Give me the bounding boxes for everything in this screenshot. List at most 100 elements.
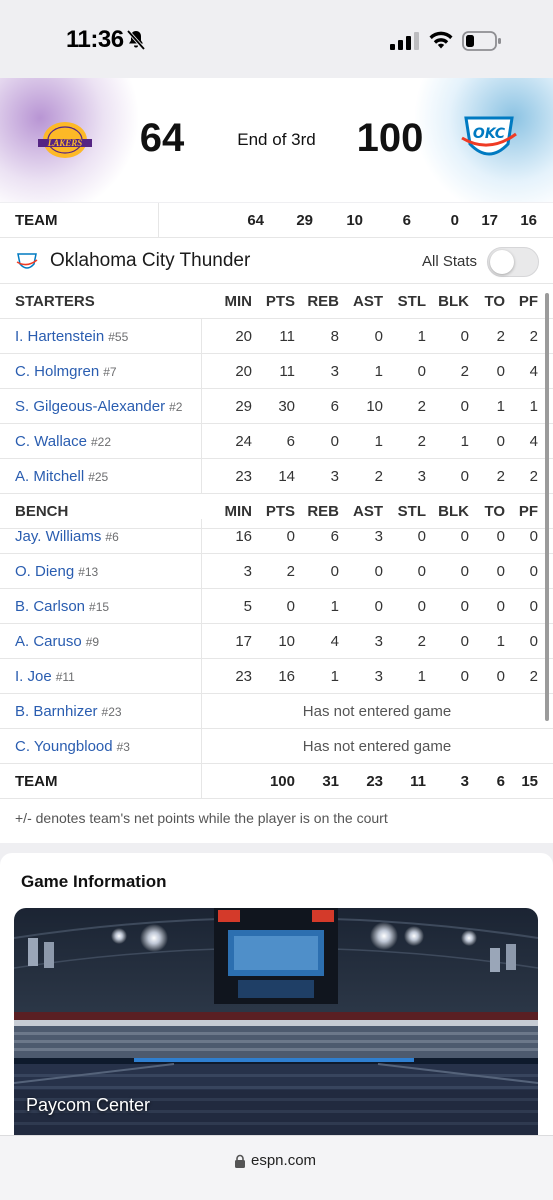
stat-reb: 4	[330, 633, 339, 650]
stat-reb: 3	[330, 363, 339, 380]
jersey-number: #9	[85, 635, 100, 649]
stat-ast: 0	[374, 328, 383, 345]
col-reb: REB	[307, 503, 339, 520]
stat-pf: 2	[529, 468, 538, 485]
column-divider	[201, 589, 202, 624]
column-divider	[201, 764, 202, 799]
stat-blk: 2	[460, 363, 469, 380]
lakers-logo-icon[interactable]: LAKERS	[36, 118, 94, 162]
stat-stl: 0	[417, 598, 426, 615]
column-divider	[158, 203, 159, 238]
stat-min: 3	[243, 563, 252, 580]
stat-min: 17	[235, 633, 252, 650]
browser-url-bar[interactable]: espn.com	[0, 1135, 553, 1200]
stat-reb: 0	[330, 563, 339, 580]
all-stats-toggle[interactable]	[487, 247, 539, 277]
jersey-number: #13	[78, 565, 99, 579]
toggle-knob	[490, 250, 514, 274]
stat-pts: 16	[278, 668, 295, 685]
venue-photo[interactable]: Paycom Center	[14, 908, 538, 1135]
total-stl: 11	[410, 773, 426, 790]
team-total-label: TEAM	[15, 212, 58, 229]
player-name-link[interactable]: O. Dieng #13	[15, 563, 98, 580]
thunder-logo-icon[interactable]: OKC	[460, 114, 518, 166]
stat-stl: 0	[417, 563, 426, 580]
stat-pf: 2	[529, 668, 538, 685]
stat-min: 20	[235, 363, 252, 380]
away-score: 64	[139, 116, 185, 160]
stat-stl: 2	[417, 398, 426, 415]
plus-minus-footnote: +/- denotes team's net points while the …	[15, 810, 388, 826]
signal-icon	[390, 32, 419, 50]
player-row: O. Dieng #13 3 2 0 0 0 0 0 0	[0, 554, 553, 589]
player-name-link[interactable]: A. Mitchell #25	[15, 468, 108, 485]
player-name-link[interactable]: B. Carlson #15	[15, 598, 109, 615]
player-name-link[interactable]: C. Youngblood #3	[15, 738, 130, 755]
stat-pts: 10	[278, 633, 295, 650]
player-name-link[interactable]: C. Wallace #22	[15, 433, 111, 450]
stat-ast: 1	[374, 363, 383, 380]
column-divider	[201, 319, 202, 354]
bell-slash-icon	[126, 29, 146, 51]
col-blk: BLK	[438, 293, 469, 310]
player-name-link[interactable]: C. Holmgren #7	[15, 363, 117, 380]
stat-ast: 3	[374, 528, 383, 545]
stat-ast: 10	[366, 398, 383, 415]
stat-stl: 2	[417, 433, 426, 450]
stat-blk: 0	[460, 598, 469, 615]
player-name-link[interactable]: Jay. Williams #6	[15, 528, 119, 545]
stat-stl: 0	[417, 363, 426, 380]
stat-pf: 2	[529, 328, 538, 345]
lock-icon	[235, 1154, 245, 1168]
stat-blk: 0	[460, 668, 469, 685]
player-row: A. Mitchell #25 23 14 3 2 3 0 2 2	[0, 459, 553, 494]
stat-min: 29	[235, 398, 252, 415]
player-name-link[interactable]: B. Barnhizer #23	[15, 703, 122, 720]
thunder-logo-icon	[16, 253, 38, 269]
stat-min: 24	[235, 433, 252, 450]
player-name-link[interactable]: I. Hartenstein #55	[15, 328, 128, 345]
stat-stl: 0	[417, 528, 426, 545]
bench-label: BENCH	[15, 503, 69, 520]
col-ast: AST	[353, 293, 383, 310]
col-stl: STL	[397, 293, 426, 310]
col-min: MIN	[224, 293, 253, 310]
status-time: 11:36	[66, 26, 124, 53]
player-name-link[interactable]: S. Gilgeous-Alexander #2	[15, 398, 182, 415]
player-name-link[interactable]: I. Joe #11	[15, 668, 75, 685]
stat-pts: 0	[286, 598, 295, 615]
col-pts: PTS	[265, 503, 295, 520]
col-min: MIN	[224, 503, 253, 520]
stat-ast: 2	[374, 468, 383, 485]
stat-stl: 1	[417, 668, 426, 685]
column-divider	[201, 354, 202, 389]
stat-pts: 11	[279, 363, 295, 380]
player-row: Jay. Williams #6 16 0 6 3 0 0 0 0	[0, 519, 553, 554]
col-blk: BLK	[438, 503, 469, 520]
player-name-link[interactable]: A. Caruso #9	[15, 633, 99, 650]
stat-reb: 3	[330, 468, 339, 485]
jersey-number: #25	[88, 470, 109, 484]
stat-min: 23	[235, 468, 252, 485]
dnp-note: Has not entered game	[302, 703, 452, 720]
stat-reb: 8	[330, 328, 339, 345]
stat-stl: 3	[417, 468, 426, 485]
total-reb: 31	[322, 773, 339, 790]
total-blk: 3	[460, 773, 469, 790]
total-ast: 23	[366, 773, 383, 790]
jersey-number: #15	[89, 600, 110, 614]
table-scrollbar[interactable]	[545, 293, 549, 721]
column-divider	[201, 624, 202, 659]
stat-ast: 0	[374, 598, 383, 615]
col-pts: PTS	[265, 293, 295, 310]
stat-pts: 30	[278, 398, 295, 415]
away-total-blk: 0	[450, 212, 459, 229]
team-total-label: TEAM	[15, 773, 58, 790]
column-divider	[201, 554, 202, 589]
status-bar: 11:36	[0, 0, 553, 78]
col-pf: PF	[518, 503, 538, 520]
stat-min: 5	[243, 598, 252, 615]
stat-pf: 0	[529, 563, 538, 580]
all-stats-label: All Stats	[422, 253, 478, 270]
stat-pts: 2	[286, 563, 295, 580]
